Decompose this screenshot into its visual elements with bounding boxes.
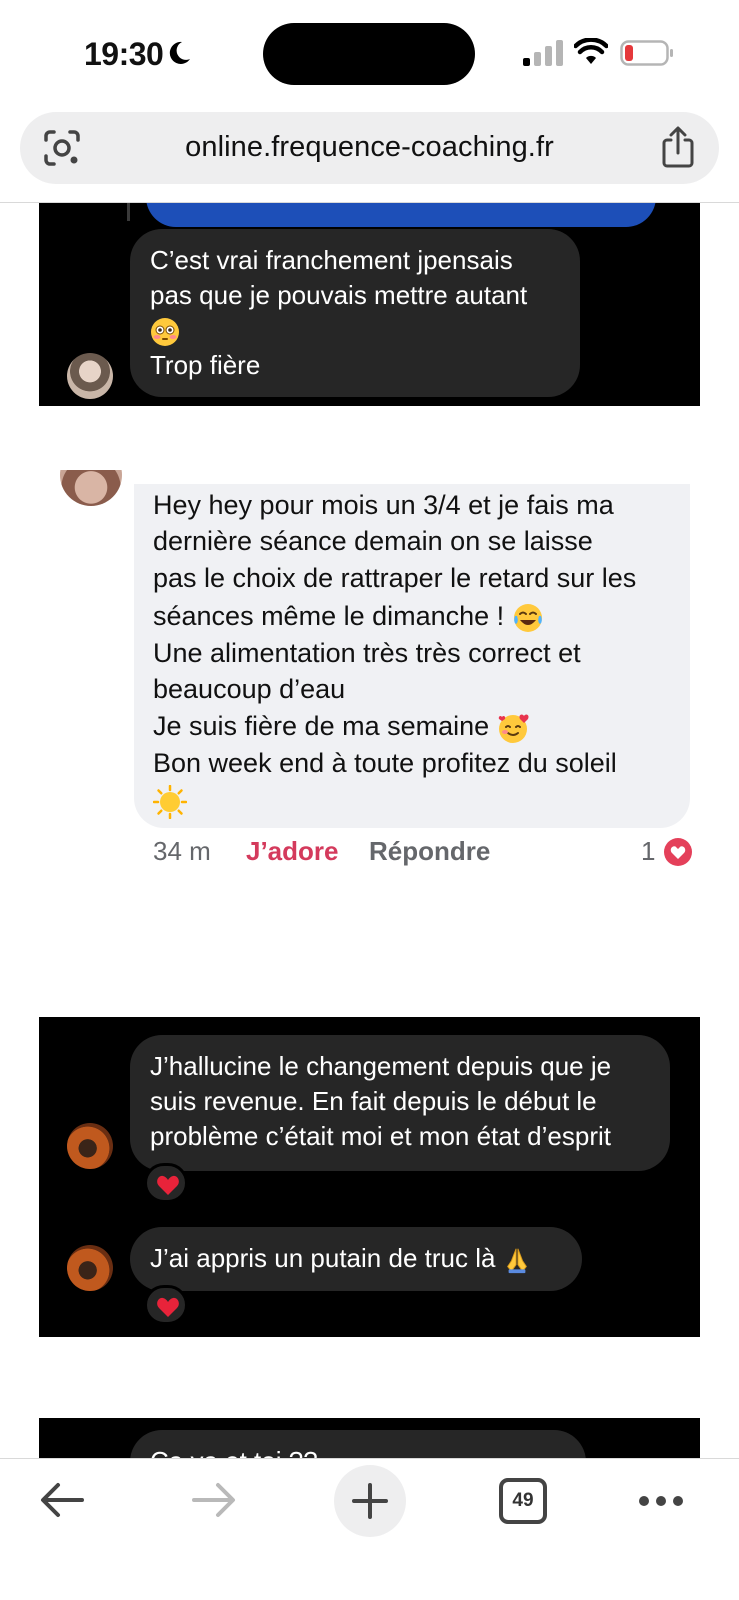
reaction-count[interactable]: 1 (641, 836, 655, 867)
status-time: 19:30 (84, 36, 164, 72)
tabs-count-icon[interactable]: 49 (499, 1478, 547, 1524)
wifi-icon (574, 38, 608, 64)
flushed-face-emoji (151, 318, 179, 347)
screenshot-panel: C’est vrai franchement jpensais pas que … (39, 203, 700, 406)
address-bar[interactable]: online.frequence-coaching.fr (20, 112, 719, 184)
back-arrow-icon[interactable] (38, 1479, 86, 1521)
browser-toolbar: 49 (0, 1459, 739, 1600)
avatar (67, 1123, 113, 1169)
heart-icon (157, 1175, 179, 1195)
google-lens-icon[interactable] (42, 128, 82, 168)
comment-line: Une alimentation très très correct et (153, 638, 581, 668)
sent-message-bubble (146, 203, 656, 227)
heart-reaction-icon[interactable] (664, 838, 692, 866)
screenshot-panel: Ça va et toi ?? (39, 1418, 700, 1458)
status-bar: 19:30 (0, 0, 739, 110)
comment-line: séances même le dimanche ! (153, 601, 544, 634)
heart-reaction (144, 1285, 188, 1325)
comment-line: dernière séance demain on se laisse (153, 526, 593, 556)
tears-of-joy-emoji (513, 603, 542, 632)
reply-button[interactable]: Répondre (369, 836, 490, 867)
avatar (67, 353, 113, 399)
share-icon[interactable] (659, 126, 697, 168)
message-line: pas que je pouvais mettre autant (150, 280, 528, 310)
message-line: Trop fière (150, 350, 261, 380)
battery-low-icon (620, 40, 673, 66)
folded-hands-emoji (506, 1248, 527, 1274)
sun-emoji (153, 785, 187, 819)
comment-line: Je suis fière de ma semaine (153, 711, 531, 744)
like-button[interactable]: J’adore (246, 836, 339, 867)
message-line: J’hallucine le changement depuis que je (150, 1051, 612, 1081)
message-line: C’est vrai franchement jpensais (150, 245, 513, 275)
message-bubble: Ça va et toi ?? (130, 1430, 586, 1458)
comment-line: pas le choix de rattraper le retard sur … (153, 563, 637, 593)
message-bubble: C’est vrai franchement jpensais pas que … (130, 229, 580, 397)
message-line: suis revenue. En fait depuis le début le (150, 1086, 597, 1116)
more-dots-icon[interactable] (638, 1495, 684, 1507)
message-line: problème c’était moi et mon état d’espri… (150, 1121, 611, 1151)
dynamic-island (263, 23, 475, 85)
commenter-avatar[interactable] (60, 470, 122, 506)
cellular-signal-icon (523, 40, 563, 66)
heart-reaction (144, 1163, 188, 1203)
moon-icon (169, 41, 190, 64)
forward-arrow-icon[interactable] (190, 1479, 238, 1521)
url-text[interactable]: online.frequence-coaching.fr (100, 131, 639, 164)
screenshot-panel: J’hallucine le changement depuis que je … (39, 1017, 700, 1337)
comment-line: Hey hey pour mois un 3/4 et je fais ma (153, 490, 614, 520)
comment-time: 34 m (153, 836, 211, 866)
heart-icon (157, 1297, 179, 1317)
new-tab-plus-icon (352, 1483, 388, 1519)
avatar (67, 1245, 113, 1291)
new-tab-button[interactable] (334, 1465, 406, 1537)
reply-line (127, 203, 130, 221)
comment-line: beaucoup d’eau (153, 674, 346, 704)
comment-line: Bon week end à toute profitez du soleil (153, 748, 617, 778)
message-bubble: J’hallucine le changement depuis que je … (130, 1035, 670, 1171)
smiling-face-with-hearts-emoji (498, 714, 529, 743)
message-bubble: J’ai appris un putain de truc là (130, 1227, 582, 1291)
